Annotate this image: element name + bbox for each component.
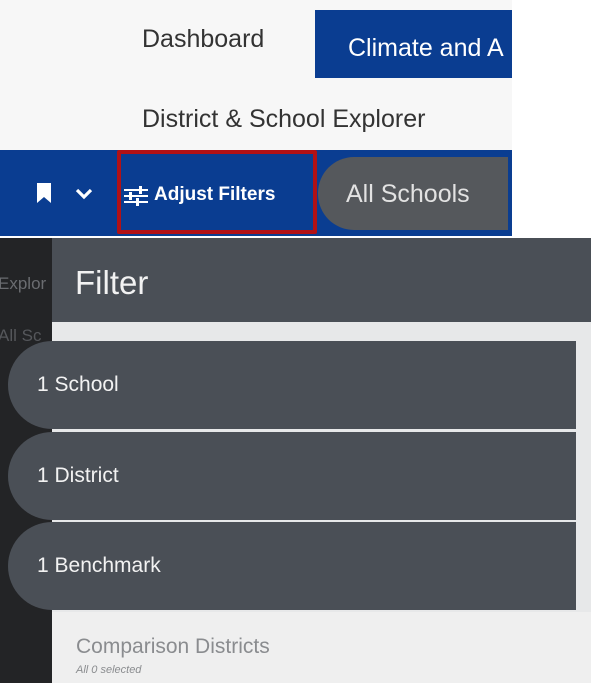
nav-explorer-link[interactable]: District & School Explorer	[142, 104, 425, 134]
nav-climate-label: Climate and A	[348, 34, 504, 62]
adjust-filters-label: Adjust Filters	[154, 184, 276, 205]
chevron-down-icon[interactable]	[75, 187, 93, 205]
background-explorer-text: Explor	[0, 274, 47, 293]
comparison-districts-count: All 0 selected	[76, 664, 142, 676]
nav-climate-tab[interactable]: Climate and A	[315, 10, 512, 78]
adjust-filters-button[interactable]: Adjust Filters	[117, 150, 317, 234]
sliders-icon	[124, 186, 148, 211]
all-schools-label: All Schools	[346, 180, 470, 208]
filter-item-benchmark[interactable]: 1 Benchmark	[8, 522, 576, 610]
filter-item-district[interactable]: 1 District	[8, 432, 576, 520]
comparison-districts-title: Comparison Districts	[76, 635, 270, 658]
bookmark-icon[interactable]	[37, 183, 51, 208]
filter-item-label: 1 School	[37, 373, 119, 396]
comparison-districts-selector[interactable]: Comparison Districts All 0 selected	[52, 612, 591, 683]
nav-dashboard-link[interactable]: Dashboard	[142, 24, 264, 54]
all-schools-pill[interactable]: All Schools	[318, 157, 508, 230]
filter-toolbar: Adjust Filters All Schools	[0, 150, 512, 236]
filter-item-school[interactable]: 1 School	[8, 341, 576, 429]
filter-item-label: 1 District	[37, 464, 119, 487]
filter-item-label: 1 Benchmark	[37, 554, 161, 577]
filter-title: Filter	[75, 264, 149, 301]
top-navigation-panel: Dashboard Climate and A District & Schoo…	[0, 0, 512, 236]
filter-panel-header: Filter	[52, 238, 591, 322]
